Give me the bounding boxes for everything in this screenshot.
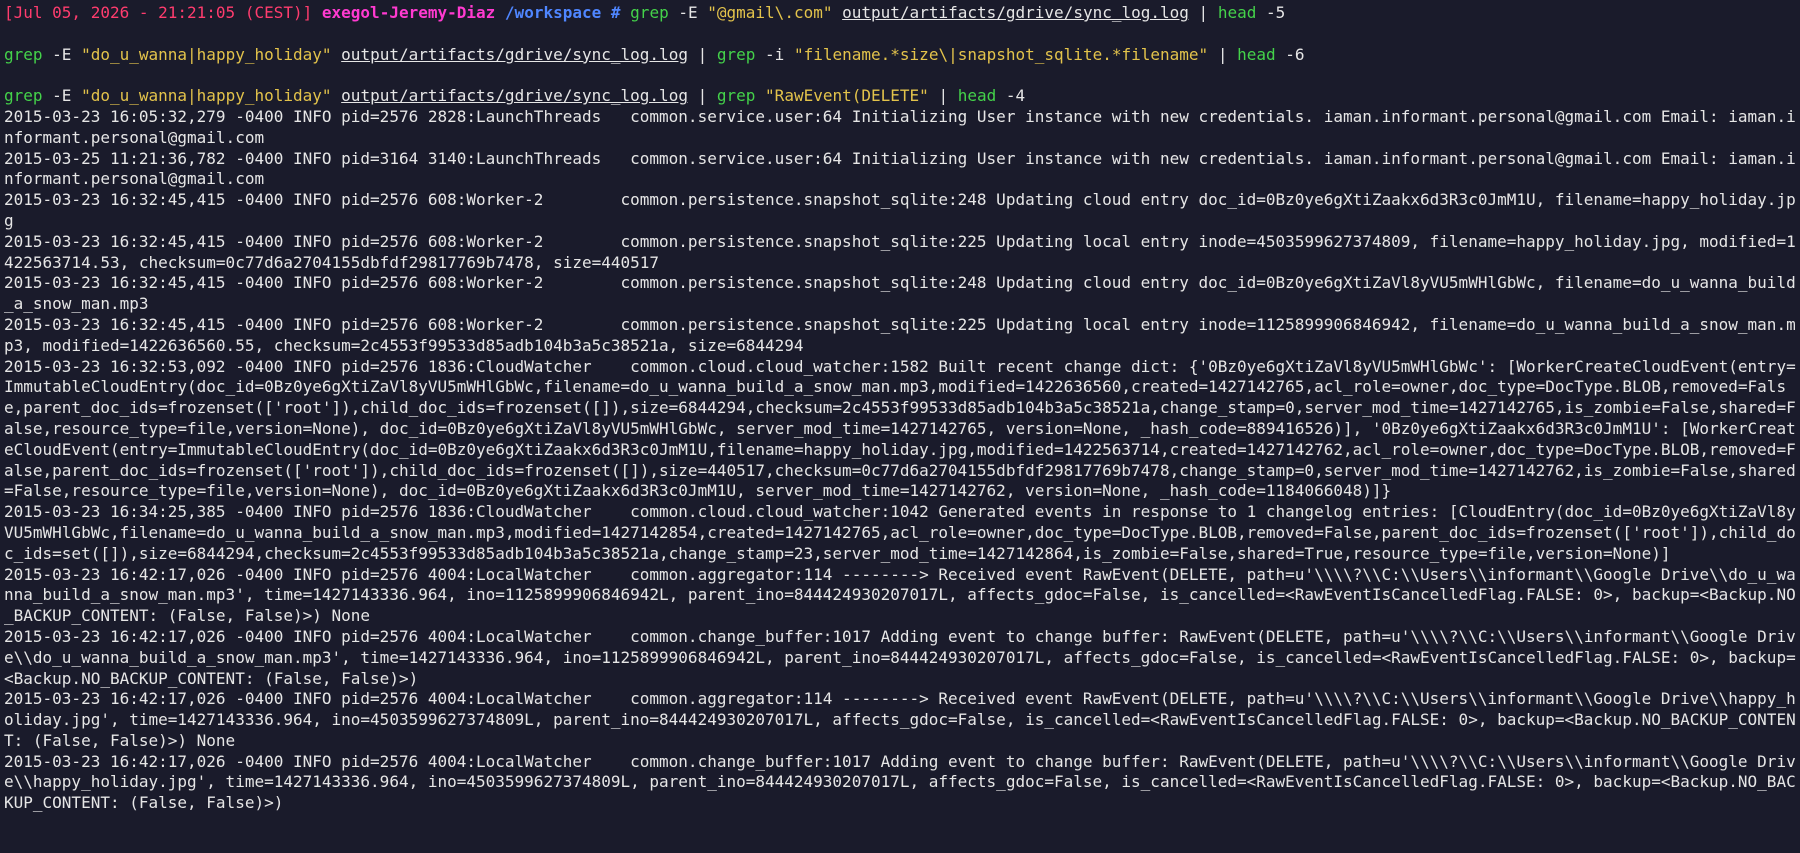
prompt-cwd: /workspace [504, 3, 602, 22]
terminal-window[interactable]: [Jul 05, 2026 - 21:21:05 (CEST)] exegol-… [0, 0, 1800, 853]
command-arg: -6 [1285, 44, 1305, 64]
command-pattern: "RawEvent(DELETE" [765, 86, 929, 106]
command-arg: -4 [1005, 86, 1026, 106]
command-file: output/artifacts/gdrive/sync_log.log [842, 3, 1189, 22]
command-pattern: "do_u_wanna|happy_holiday" [81, 44, 332, 64]
command-name: grep [716, 86, 756, 106]
command-file: output/artifacts/gdrive/sync_log.log [341, 86, 688, 106]
command-name: grep [716, 44, 756, 64]
command-flag: -E [678, 3, 698, 22]
log-line: 2015-03-23 16:32:45,415 -0400 INFO pid=2… [4, 231, 1796, 272]
command-flag: -E [52, 86, 72, 106]
command-pattern: "@gmail\.com" [707, 3, 833, 22]
command-name: head [1217, 3, 1257, 22]
log-line: 2015-03-23 16:32:45,415 -0400 INFO pid=2… [4, 314, 1796, 355]
prompt-user: exegol-Jeremy-Diaz [321, 3, 496, 22]
log-line: 2015-03-23 16:32:45,415 -0400 INFO pid=2… [4, 273, 1796, 314]
log-line: 2015-03-23 16:42:17,026 -0400 INFO pid=2… [4, 564, 1796, 626]
command-name: head [957, 86, 997, 106]
prompt-timestamp: [Jul 05, 2026 - 21:21:05 (CEST)] [4, 3, 313, 22]
command-line-2[interactable]: grep -E "do_u_wanna|happy_holiday" outpu… [4, 45, 1800, 66]
command-pipe: | [697, 44, 708, 64]
command-line-1[interactable]: [Jul 05, 2026 - 21:21:05 (CEST)] exegol-… [4, 3, 1800, 24]
command-pattern: "filename.*size\|snapshot_sqlite.*filena… [793, 44, 1209, 64]
log-line: 2015-03-23 16:05:32,279 -0400 INFO pid=2… [4, 106, 1796, 147]
command-flag: -i [765, 44, 785, 64]
command-name: grep [4, 86, 43, 106]
command-name: head [1237, 44, 1276, 64]
command-name: grep [630, 3, 669, 22]
command-name: grep [4, 44, 43, 64]
command-pattern: "do_u_wanna|happy_holiday" [81, 86, 332, 106]
log-line: 2015-03-23 16:42:17,026 -0400 INFO pid=2… [4, 626, 1796, 688]
command-output: 2015-03-23 16:05:32,279 -0400 INFO pid=2… [4, 107, 1800, 814]
command-pipe: | [938, 86, 949, 106]
prompt-symbol: # [610, 3, 621, 22]
log-line: 2015-03-23 16:42:17,026 -0400 INFO pid=2… [4, 751, 1796, 813]
command-flag: -E [52, 44, 72, 64]
command-arg: -5 [1266, 3, 1286, 22]
command-pipe: | [1217, 44, 1228, 64]
command-pipe: | [1198, 3, 1209, 22]
log-line: 2015-03-23 16:34:25,385 -0400 INFO pid=2… [4, 502, 1796, 563]
log-line: 2015-03-23 16:32:53,092 -0400 INFO pid=2… [4, 356, 1796, 501]
log-line: 2015-03-23 16:32:45,415 -0400 INFO pid=2… [4, 190, 1796, 230]
command-file: output/artifacts/gdrive/sync_log.log [341, 44, 688, 64]
command-pipe: | [697, 86, 708, 106]
command-line-3[interactable]: grep -E "do_u_wanna|happy_holiday" outpu… [4, 86, 1800, 107]
log-line: 2015-03-23 16:42:17,026 -0400 INFO pid=2… [4, 689, 1796, 750]
log-line: 2015-03-25 11:21:36,782 -0400 INFO pid=3… [4, 148, 1796, 189]
